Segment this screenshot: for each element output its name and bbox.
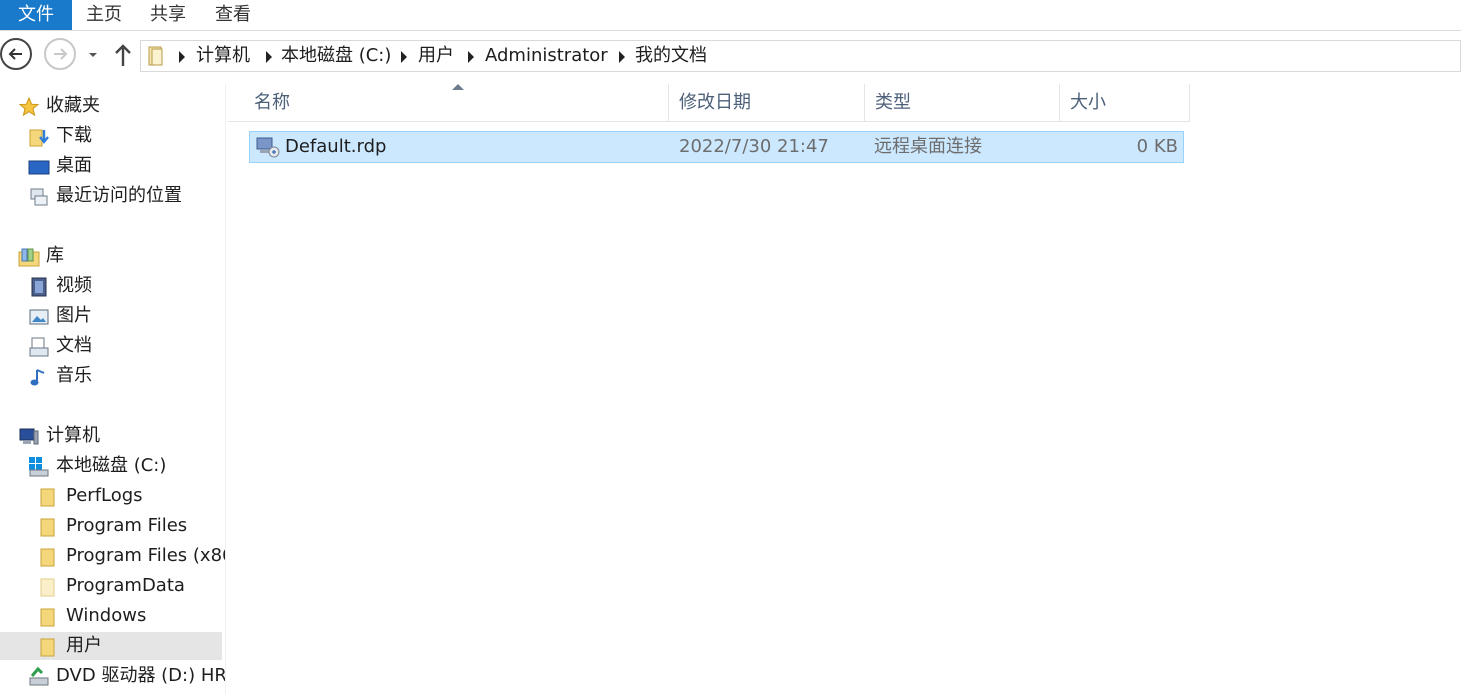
arrow-left-icon (8, 48, 22, 60)
folder-icon (40, 548, 55, 567)
nav-item-label: 下载 (56, 125, 92, 146)
navigation-pane: 收藏夹 下载 桌面 最近访问的位置 库 视频 图片 文档 音乐 计算机 本地磁盘… (0, 84, 226, 694)
column-header-name-label: 名称 (254, 92, 290, 113)
breadcrumb-drive-c[interactable]: 本地磁盘 (C:) (281, 41, 391, 71)
nav-item-label: 桌面 (56, 155, 92, 176)
breadcrumb-separator[interactable] (266, 51, 272, 63)
file-name: Default.rdp (285, 136, 387, 157)
nav-item-label: 用户 (66, 635, 102, 656)
nav-item-desktop[interactable]: 桌面 (28, 152, 218, 180)
video-icon (31, 277, 47, 297)
column-header-type[interactable]: 类型 (865, 84, 1060, 122)
computer-icon (19, 428, 39, 445)
folder-icon (40, 638, 55, 657)
nav-folder-programdata[interactable]: ProgramData (38, 572, 225, 600)
back-button[interactable] (0, 38, 32, 70)
forward-button[interactable] (44, 38, 76, 70)
tab-home[interactable]: 主页 (86, 0, 122, 30)
breadcrumb-users[interactable]: 用户 (418, 41, 454, 71)
nav-item-label: Program Files (66, 515, 188, 536)
file-type: 远程桌面连接 (874, 136, 982, 157)
downloads-folder-icon (29, 129, 49, 147)
nav-libraries-label: 库 (46, 245, 64, 266)
breadcrumb-computer[interactable]: 计算机 (196, 41, 250, 71)
nav-computer-label: 计算机 (46, 425, 100, 446)
nav-item-label: 图片 (56, 305, 92, 326)
nav-item-pictures[interactable]: 图片 (28, 302, 218, 330)
up-arrow-icon[interactable] (112, 42, 134, 68)
address-bar[interactable]: 计算机 本地磁盘 (C:) 用户 Administrator 我的文档 (140, 40, 1461, 72)
folder-icon (40, 488, 55, 507)
documents-icon (29, 337, 49, 357)
music-note-icon (30, 369, 45, 386)
breadcrumb-administrator[interactable]: Administrator (485, 41, 608, 71)
recent-places-icon (30, 188, 48, 206)
column-header-modified[interactable]: 修改日期 (669, 84, 865, 122)
nav-item-videos[interactable]: 视频 (28, 272, 218, 300)
nav-item-label: 音乐 (56, 365, 92, 386)
library-icon (18, 248, 40, 267)
nav-item-label: Program Files (x86 (66, 545, 226, 566)
file-row-selected[interactable]: Default.rdp 2022/7/30 21:47 远程桌面连接 0 KB (249, 131, 1184, 163)
column-header-size[interactable]: 大小 (1060, 84, 1190, 122)
folder-icon (40, 608, 55, 627)
nav-favorites[interactable]: 收藏夹 (18, 92, 218, 120)
sort-ascending-icon (452, 84, 464, 90)
navigation-bar: 计算机 本地磁盘 (C:) 用户 Administrator 我的文档 (0, 36, 1461, 76)
recent-locations-dropdown-icon[interactable] (86, 48, 100, 62)
nav-item-label: PerfLogs (66, 485, 143, 506)
tab-file[interactable]: 文件 (0, 0, 72, 30)
dvd-drive-icon (29, 666, 49, 686)
breadcrumb-separator[interactable] (468, 51, 474, 63)
column-header-name[interactable]: 名称 (228, 84, 669, 122)
nav-item-label: 视频 (56, 275, 92, 296)
folder-icon (148, 46, 163, 66)
breadcrumb-separator[interactable] (179, 51, 185, 63)
nav-item-documents[interactable]: 文档 (28, 332, 218, 360)
desktop-icon (28, 160, 50, 175)
tab-share[interactable]: 共享 (150, 0, 186, 30)
breadcrumb-my-documents[interactable]: 我的文档 (635, 41, 707, 71)
nav-item-label: DVD 驱动器 (D:) HR (56, 665, 226, 686)
nav-folder-perflogs[interactable]: PerfLogs (38, 482, 225, 510)
nav-item-drive-c[interactable]: 本地磁盘 (C:) (28, 452, 218, 480)
nav-folder-windows[interactable]: Windows (38, 602, 225, 630)
ribbon: 文件 主页 共享 查看 (0, 0, 1461, 31)
nav-item-label: 最近访问的位置 (56, 185, 182, 206)
breadcrumb-separator[interactable] (401, 51, 407, 63)
nav-item-label: ProgramData (66, 575, 185, 596)
nav-item-drive-d[interactable]: DVD 驱动器 (D:) HR (28, 662, 226, 690)
hidden-folder-icon (40, 578, 55, 597)
tab-view[interactable]: 查看 (215, 0, 251, 30)
nav-item-label: 文档 (56, 335, 92, 356)
nav-item-label: 本地磁盘 (C:) (56, 455, 167, 476)
nav-folder-program-files-x86[interactable]: Program Files (x86 (38, 542, 226, 570)
breadcrumb-separator[interactable] (619, 51, 625, 63)
nav-computer[interactable]: 计算机 (18, 422, 218, 450)
star-icon (18, 96, 40, 117)
nav-item-downloads[interactable]: 下载 (28, 122, 218, 150)
file-size: 0 KB (1136, 136, 1178, 157)
system-drive-icon (29, 457, 49, 477)
remote-desktop-file-icon (256, 137, 280, 158)
column-header-row: 名称 修改日期 类型 大小 (228, 84, 1190, 122)
nav-item-recent-places[interactable]: 最近访问的位置 (28, 182, 218, 210)
arrow-right-icon (54, 48, 68, 60)
folder-icon (40, 518, 55, 537)
nav-item-music[interactable]: 音乐 (28, 362, 218, 390)
nav-libraries[interactable]: 库 (18, 242, 218, 270)
nav-favorites-label: 收藏夹 (46, 95, 100, 116)
nav-folder-program-files[interactable]: Program Files (38, 512, 225, 540)
nav-folder-users[interactable]: 用户 (0, 632, 222, 660)
pictures-icon (29, 309, 49, 325)
nav-item-label: Windows (66, 605, 147, 626)
file-modified: 2022/7/30 21:47 (679, 136, 829, 157)
